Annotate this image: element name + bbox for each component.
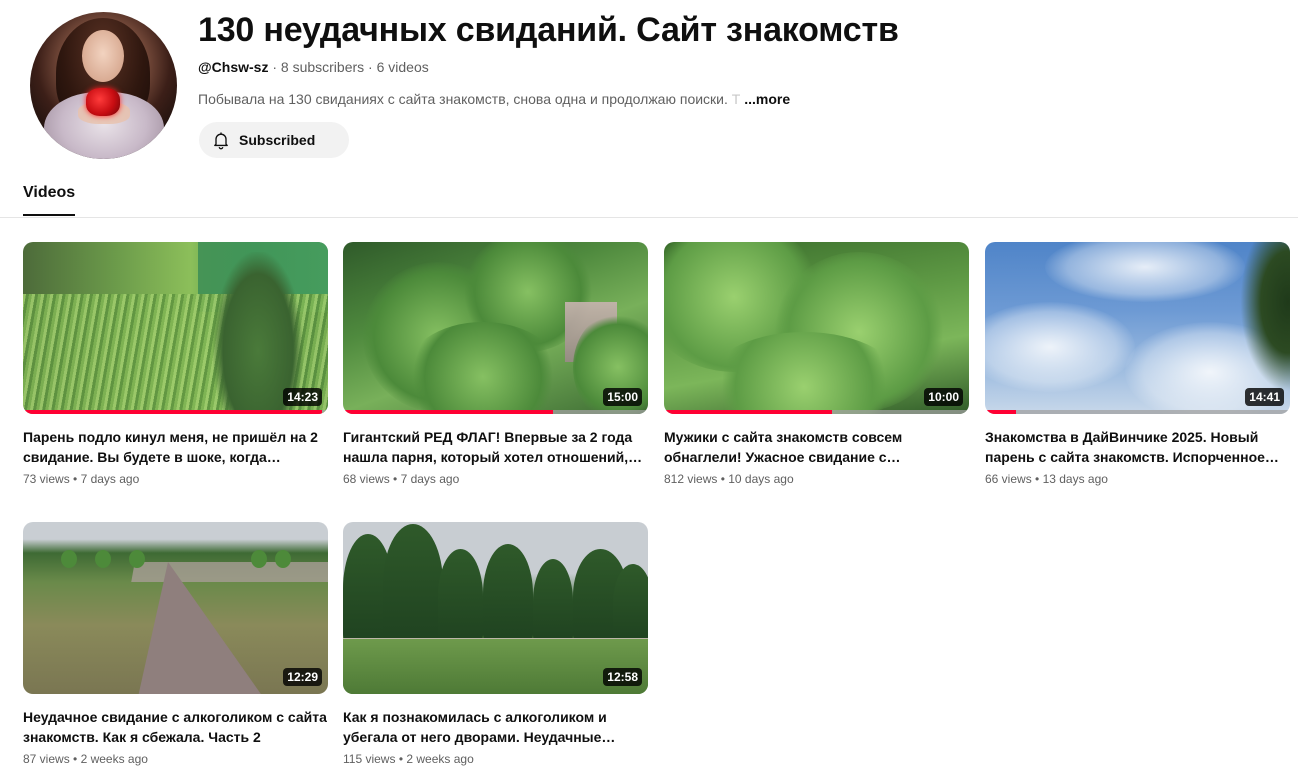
video-thumbnail[interactable]: 10:00: [664, 242, 969, 414]
view-count: 73 views: [23, 472, 70, 486]
video-thumbnail[interactable]: 15:00: [343, 242, 648, 414]
watch-progress: [985, 410, 1290, 414]
video-card[interactable]: 12:58 Как я познакомилась с алкоголиком …: [343, 522, 648, 766]
video-meta: 66 views • 13 days ago: [985, 472, 1108, 486]
view-count: 68 views: [343, 472, 390, 486]
subscribed-button[interactable]: Subscribed: [199, 122, 349, 158]
video-card[interactable]: 15:00 Гигантский РЕД ФЛАГ! Впервые за 2 …: [343, 242, 648, 486]
description-fade: Т: [727, 91, 741, 107]
thumbnail-image: [23, 242, 328, 414]
upload-age: 10 days ago: [728, 472, 794, 486]
channel-meta: @Chsw-sz · 8 subscribers · 6 videos: [198, 59, 429, 75]
video-meta: 115 views • 2 weeks ago: [343, 752, 474, 766]
video-duration: 15:00: [603, 388, 642, 406]
video-meta: 812 views • 10 days ago: [664, 472, 794, 486]
watch-progress: [23, 410, 328, 414]
thumbnail-image: [343, 522, 648, 694]
meta-separator: ·: [268, 59, 281, 75]
video-meta: 87 views • 2 weeks ago: [23, 752, 148, 766]
thumbnail-image: [343, 242, 648, 414]
view-count: 87 views: [23, 752, 70, 766]
thumbnail-image: [23, 522, 328, 694]
upload-age: 7 days ago: [80, 472, 140, 486]
video-title[interactable]: Знакомства в ДайВинчике 2025. Новый паре…: [985, 427, 1290, 467]
video-card[interactable]: 14:41 Знакомства в ДайВинчике 2025. Новы…: [985, 242, 1290, 486]
video-duration: 12:29: [283, 668, 322, 686]
video-thumbnail[interactable]: 14:41: [985, 242, 1290, 414]
bell-icon: [214, 132, 228, 150]
upload-age: 2 weeks ago: [80, 752, 148, 766]
meta-separator: ·: [364, 59, 377, 75]
more-link[interactable]: ...more: [744, 91, 790, 107]
watch-progress: [664, 410, 969, 414]
channel-avatar[interactable]: [30, 12, 177, 159]
video-title[interactable]: Мужики с сайта знакомств совсем обнаглел…: [664, 427, 969, 467]
watch-progress: [343, 410, 648, 414]
video-card[interactable]: 12:29 Неудачное свидание с алкоголиком с…: [23, 522, 328, 766]
video-title[interactable]: Неудачное свидание с алкоголиком с сайта…: [23, 707, 328, 747]
video-duration: 10:00: [924, 388, 963, 406]
video-card[interactable]: 14:23 Парень подло кинул меня, не пришёл…: [23, 242, 328, 486]
video-duration: 14:23: [283, 388, 322, 406]
channel-title: 130 неудачных свиданий. Сайт знакомств: [198, 11, 899, 49]
video-thumbnail[interactable]: 14:23: [23, 242, 328, 414]
view-count: 66 views: [985, 472, 1032, 486]
video-title[interactable]: Гигантский РЕД ФЛАГ! Впервые за 2 года н…: [343, 427, 648, 467]
video-thumbnail[interactable]: 12:58: [343, 522, 648, 694]
tab-videos[interactable]: Videos: [23, 184, 76, 216]
view-count: 812 views: [664, 472, 718, 486]
video-card[interactable]: 10:00 Мужики с сайта знакомств совсем об…: [664, 242, 969, 486]
subscriber-count: 8 subscribers: [280, 59, 365, 75]
video-title[interactable]: Парень подло кинул меня, не пришёл на 2 …: [23, 427, 328, 467]
heart-icon: [86, 88, 120, 116]
subscribed-label: Subscribed: [239, 132, 316, 148]
description-text: Побывала на 130 свиданиях с сайта знаком…: [198, 91, 728, 107]
channel-description[interactable]: Побывала на 130 свиданиях с сайта знаком…: [198, 91, 790, 107]
avatar-face: [82, 30, 124, 82]
video-thumbnail[interactable]: 12:29: [23, 522, 328, 694]
view-count: 115 views: [343, 752, 396, 766]
upload-age: 2 weeks ago: [406, 752, 474, 766]
upload-age: 7 days ago: [400, 472, 460, 486]
thumbnail-image: [985, 242, 1290, 414]
channel-tabs: Videos: [0, 176, 1298, 218]
video-duration: 12:58: [603, 668, 642, 686]
video-duration: 14:41: [1245, 388, 1284, 406]
video-meta: 68 views • 7 days ago: [343, 472, 460, 486]
video-title[interactable]: Как я познакомилась с алкоголиком и убег…: [343, 707, 648, 747]
thumbnail-image: [664, 242, 969, 414]
video-meta: 73 views • 7 days ago: [23, 472, 140, 486]
upload-age: 13 days ago: [1042, 472, 1108, 486]
channel-handle[interactable]: @Chsw-sz: [198, 59, 268, 75]
video-count: 6 videos: [376, 59, 429, 75]
